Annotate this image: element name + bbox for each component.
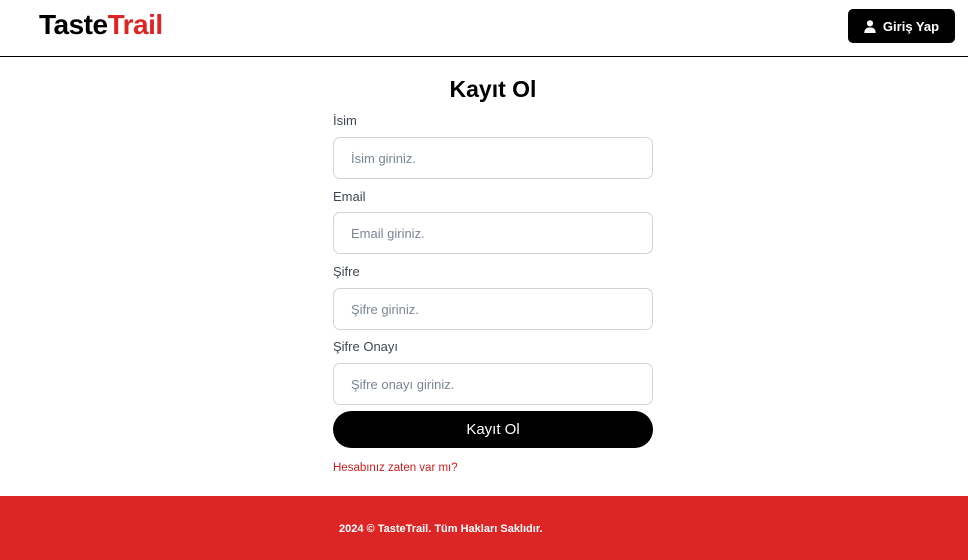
name-input[interactable]: [333, 137, 653, 179]
password-label: Şifre: [333, 264, 360, 279]
email-label: Email: [333, 189, 366, 204]
password-confirm-input[interactable]: [333, 363, 653, 405]
existing-account-link[interactable]: Hesabınız zaten var mı?: [333, 462, 458, 474]
login-button[interactable]: Giriş Yap: [848, 9, 955, 43]
login-button-label: Giriş Yap: [882, 18, 940, 34]
register-submit-button[interactable]: Kayıt Ol: [333, 411, 653, 448]
name-label: İsim: [333, 113, 357, 128]
form-title: Kayıt Ol: [449, 76, 537, 102]
logo-text-trail: Trail: [107, 9, 164, 40]
email-input[interactable]: [333, 212, 653, 254]
brand-logo[interactable]: TasteTrail: [39, 8, 163, 42]
user-icon: [864, 19, 876, 33]
password-confirm-label: Şifre Onayı: [333, 339, 399, 354]
password-input[interactable]: [333, 288, 653, 330]
top-navbar: TasteTrail Giriş Yap: [0, 0, 968, 57]
register-page: TasteTrail Giriş Yap Kayıt Ol İsim Email…: [0, 0, 968, 560]
copyright-text: 2024 © TasteTrail. Tüm Hakları Saklıdır.: [339, 523, 543, 535]
logo-text-taste: Taste: [39, 9, 108, 40]
footer: 2024 © TasteTrail. Tüm Hakları Saklıdır.: [0, 496, 968, 560]
